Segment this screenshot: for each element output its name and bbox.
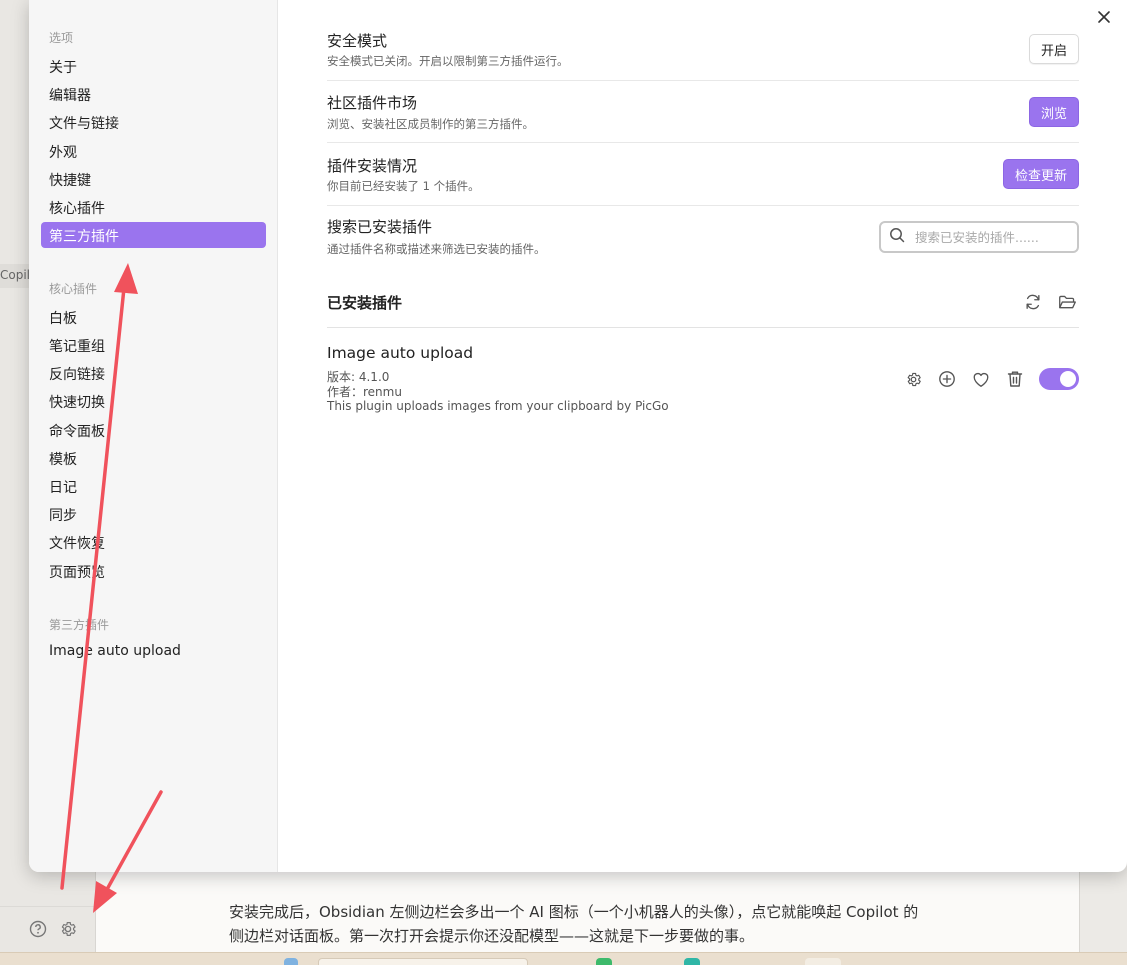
plugin-enable-toggle[interactable]: [1039, 368, 1079, 390]
taskbar: [0, 952, 1127, 965]
nav-community-plugins[interactable]: 第三方插件: [41, 222, 266, 248]
plus-circle-icon[interactable]: [937, 369, 957, 389]
plugin-author: 作者：renmu: [327, 385, 402, 399]
options-group-title: 选项: [49, 31, 74, 45]
vault-actions: [0, 906, 95, 952]
nav-page-preview[interactable]: 页面预览: [41, 558, 266, 584]
nav-backlinks[interactable]: 反向链接: [41, 360, 266, 386]
check-updates-button[interactable]: 检查更新: [1002, 159, 1079, 189]
plugin-settings-gear-icon[interactable]: [903, 369, 923, 389]
nav-file-recovery[interactable]: 文件恢复: [41, 529, 266, 555]
nav-templates[interactable]: 模板: [41, 445, 266, 471]
toggle-knob: [1060, 371, 1076, 387]
folder-open-icon[interactable]: [1057, 292, 1077, 312]
nav-about[interactable]: 关于: [41, 53, 266, 79]
plugin-search-input[interactable]: [915, 229, 1077, 245]
nav-files-links[interactable]: 文件与链接: [41, 109, 266, 135]
nav-sync[interactable]: 同步: [41, 501, 266, 527]
setting-desc: 安全模式已关闭。开启以限制第三方插件运行。: [327, 54, 569, 68]
setting-community-market: 社区插件市场 浏览、安装社区成员制作的第三方插件。 浏览: [327, 81, 1079, 143]
help-icon[interactable]: [28, 919, 48, 939]
nav-command-palette[interactable]: 命令面板: [41, 417, 266, 443]
search-icon: [889, 227, 905, 247]
plugin-search-box[interactable]: [879, 221, 1079, 253]
plugin-item: Image auto upload 版本: 4.1.0 作者：renmu Thi…: [327, 344, 1079, 424]
nav-hotkeys[interactable]: 快捷键: [41, 166, 266, 192]
search-setting-desc: 通过插件名称或描述来筛选已安装的插件。: [327, 242, 546, 256]
browse-button[interactable]: 浏览: [1028, 97, 1079, 127]
plugin-description: This plugin uploads images from your cli…: [327, 399, 669, 413]
heart-icon[interactable]: [971, 369, 991, 389]
setting-name: 安全模式: [327, 32, 388, 50]
plugin-name: Image auto upload: [327, 344, 474, 362]
refresh-icon[interactable]: [1023, 292, 1043, 312]
settings-sidebar: 选项 关于 编辑器 文件与链接 外观 快捷键 核心插件 第三方插件 核心插件 白…: [29, 0, 278, 872]
settings-modal: 选项 关于 编辑器 文件与链接 外观 快捷键 核心插件 第三方插件 核心插件 白…: [29, 0, 1127, 872]
gear-icon[interactable]: [58, 919, 78, 939]
nav-quick-switcher[interactable]: 快速切换: [41, 388, 266, 414]
thirdparty-group-title: 第三方插件: [49, 618, 110, 632]
nav-editor[interactable]: 编辑器: [41, 81, 266, 107]
setting-name: 插件安装情况: [327, 157, 418, 175]
nav-daily-notes[interactable]: 日记: [41, 473, 266, 499]
nav-image-auto-upload[interactable]: Image auto upload: [41, 639, 266, 665]
setting-name: 社区插件市场: [327, 94, 418, 112]
setting-desc: 你目前已经安装了 1 个插件。: [327, 179, 480, 193]
search-setting-name: 搜索已安装插件: [327, 218, 433, 236]
setting-install-status: 插件安装情况 你目前已经安装了 1 个插件。 检查更新: [327, 143, 1079, 206]
core-group-title: 核心插件: [49, 282, 98, 296]
close-icon[interactable]: [1093, 6, 1115, 28]
document-paragraph: 安装完成后，Obsidian 左侧边栏会多出一个 AI 图标（一个小机器人的头像…: [229, 903, 919, 945]
nav-canvas[interactable]: 白板: [41, 304, 266, 330]
installed-title: 已安装插件: [327, 294, 403, 312]
nav-note-composer[interactable]: 笔记重组: [41, 332, 266, 358]
installed-header: 已安装插件: [327, 288, 1079, 328]
nav-appearance[interactable]: 外观: [41, 138, 266, 164]
safe-mode-enable-button[interactable]: 开启: [1028, 34, 1079, 64]
setting-desc: 浏览、安装社区成员制作的第三方插件。: [327, 117, 534, 131]
setting-safe-mode: 安全模式 安全模式已关闭。开启以限制第三方插件运行。 开启: [327, 20, 1079, 81]
trash-icon[interactable]: [1005, 369, 1025, 389]
nav-core-plugins[interactable]: 核心插件: [41, 194, 266, 220]
